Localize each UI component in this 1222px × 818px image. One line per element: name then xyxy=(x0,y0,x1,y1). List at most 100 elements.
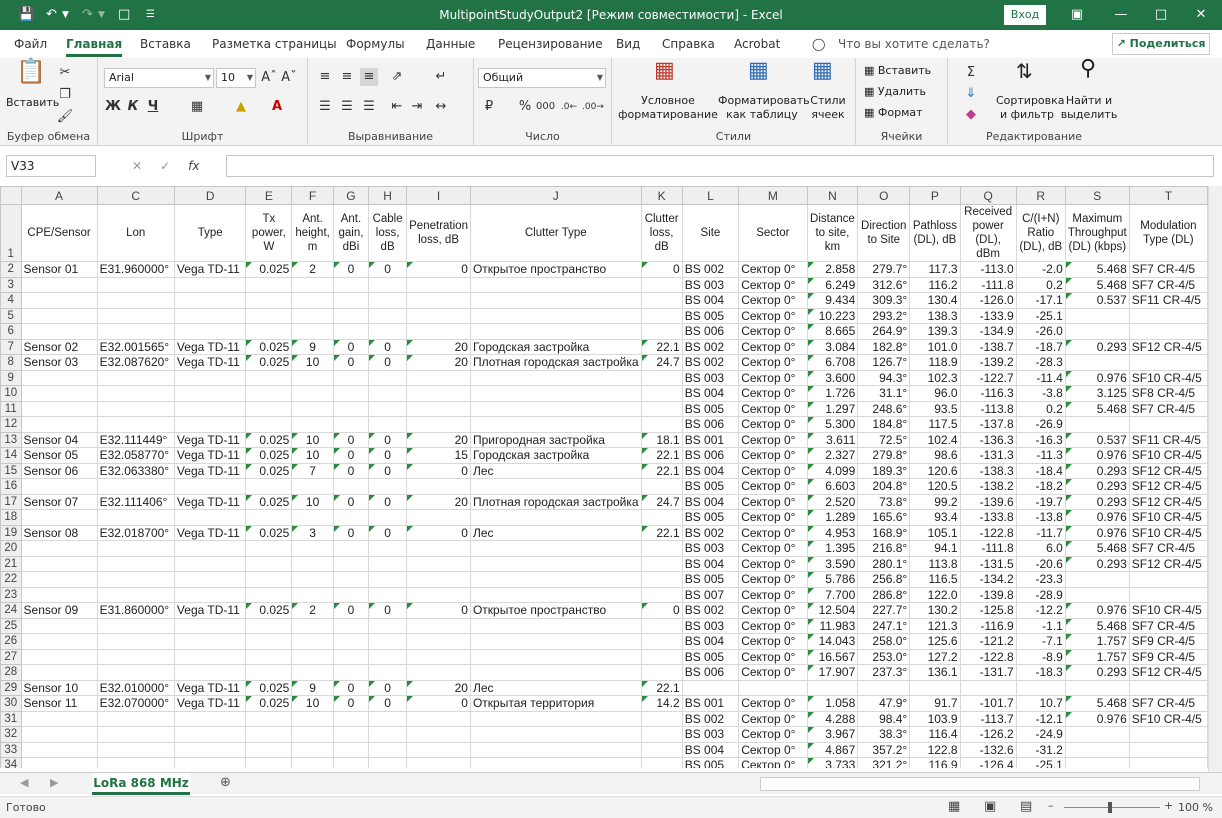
column-header[interactable]: P xyxy=(909,186,961,205)
table-cell[interactable] xyxy=(1128,586,1208,603)
format-as-table-icon[interactable]: ▦ xyxy=(748,60,769,82)
table-cell[interactable] xyxy=(1128,354,1208,371)
table-cell[interactable]: 0.293 xyxy=(1064,338,1130,355)
table-cell[interactable]: -28.3 xyxy=(1015,354,1066,371)
table-cell[interactable] xyxy=(1064,307,1130,324)
table-cell[interactable]: 3.125 xyxy=(1064,385,1130,402)
table-cell[interactable]: 168.9° xyxy=(857,524,911,541)
table-cell[interactable] xyxy=(1128,726,1208,743)
table-cell[interactable] xyxy=(96,416,175,433)
table-cell[interactable] xyxy=(1128,323,1208,340)
row-header[interactable]: 4 xyxy=(0,292,22,309)
table-cell[interactable]: -16.3 xyxy=(1015,431,1066,448)
paste-button[interactable]: Вставить xyxy=(6,96,59,110)
table-cell[interactable] xyxy=(173,555,247,572)
table-cell[interactable] xyxy=(469,385,642,402)
table-cell[interactable] xyxy=(469,710,642,727)
table-cell[interactable]: 0.976 xyxy=(1064,369,1130,386)
table-cell[interactable] xyxy=(173,400,247,417)
format-painter-icon[interactable]: 🖌 xyxy=(56,108,74,126)
table-cell[interactable] xyxy=(1064,354,1130,371)
row-header[interactable]: 11 xyxy=(0,400,22,417)
table-cell[interactable] xyxy=(96,726,175,743)
autosum-icon[interactable]: Σ xyxy=(962,64,980,82)
table-cell[interactable]: 2.520 xyxy=(806,493,859,510)
table-cell[interactable]: 7.700 xyxy=(806,586,859,603)
table-cell[interactable]: 5.468 xyxy=(1064,400,1130,417)
table-cell[interactable]: Сектор 0° xyxy=(738,664,808,681)
table-cell[interactable]: Vega TD-11 xyxy=(173,524,247,541)
table-cell[interactable]: E32.058770° xyxy=(96,447,175,464)
table-cell[interactable] xyxy=(245,323,293,340)
column-header[interactable]: R xyxy=(1015,186,1066,205)
table-cell[interactable]: 0 xyxy=(368,493,408,510)
table-cell[interactable]: -122.8 xyxy=(959,524,1017,541)
header-cell[interactable]: Modulation Type (DL) xyxy=(1128,204,1208,262)
table-cell[interactable] xyxy=(291,323,334,340)
table-cell[interactable]: E32.063380° xyxy=(96,462,175,479)
table-cell[interactable]: 3.611 xyxy=(806,431,859,448)
table-cell[interactable] xyxy=(291,757,334,768)
table-cell[interactable] xyxy=(20,710,98,727)
table-cell[interactable]: Сектор 0° xyxy=(738,385,808,402)
table-cell[interactable]: -28.9 xyxy=(1015,586,1066,603)
table-cell[interactable]: 125.6 xyxy=(909,633,961,650)
column-header[interactable]: G xyxy=(332,186,370,205)
table-cell[interactable]: 0 xyxy=(406,602,471,619)
header-cell[interactable]: Cable loss, dB xyxy=(368,204,408,262)
table-cell[interactable]: -139.6 xyxy=(959,493,1017,510)
cut-icon[interactable]: ✂ xyxy=(56,64,74,82)
table-cell[interactable] xyxy=(173,369,247,386)
table-cell[interactable] xyxy=(20,416,98,433)
table-cell[interactable]: 248.6° xyxy=(857,400,911,417)
table-cell[interactable]: 11.983 xyxy=(806,617,859,634)
column-header[interactable]: I xyxy=(406,186,471,205)
table-cell[interactable] xyxy=(406,323,471,340)
table-cell[interactable]: Сектор 0° xyxy=(738,710,808,727)
table-cell[interactable] xyxy=(173,323,247,340)
number-format-select[interactable]: Общий ▼ xyxy=(478,68,606,88)
column-header[interactable]: F xyxy=(291,186,334,205)
column-header[interactable]: T xyxy=(1128,186,1208,205)
table-cell[interactable]: 116.2 xyxy=(909,276,961,293)
table-cell[interactable]: Сектор 0° xyxy=(738,741,808,758)
table-cell[interactable]: -2.0 xyxy=(1015,261,1066,278)
table-cell[interactable]: 116.9 xyxy=(909,757,961,768)
table-cell[interactable]: -12.1 xyxy=(1015,710,1066,727)
table-cell[interactable]: Vega TD-11 xyxy=(173,261,247,278)
table-cell[interactable]: BS 003 xyxy=(681,276,740,293)
table-cell[interactable]: 0.293 xyxy=(1064,462,1130,479)
table-cell[interactable]: -131.3 xyxy=(959,447,1017,464)
table-cell[interactable] xyxy=(291,617,334,634)
table-cell[interactable]: 93.4 xyxy=(909,509,961,526)
table-cell[interactable] xyxy=(245,369,293,386)
table-cell[interactable]: 120.6 xyxy=(909,462,961,479)
table-cell[interactable] xyxy=(469,292,642,309)
row-header[interactable]: 15 xyxy=(0,462,22,479)
table-cell[interactable]: 113.8 xyxy=(909,555,961,572)
table-cell[interactable] xyxy=(469,478,642,495)
column-header[interactable]: J xyxy=(469,186,642,205)
table-cell[interactable]: -17.1 xyxy=(1015,292,1066,309)
currency-icon[interactable]: ₽ xyxy=(480,98,498,116)
table-cell[interactable]: 182.8° xyxy=(857,338,911,355)
table-cell[interactable]: 94.3° xyxy=(857,369,911,386)
spreadsheet-grid[interactable]: A C D E F G H I J K L M N O P Q R S T 1 … xyxy=(0,186,1208,768)
column-header[interactable]: C xyxy=(96,186,175,205)
table-cell[interactable]: 10.7 xyxy=(1015,695,1066,712)
table-cell[interactable] xyxy=(640,586,683,603)
table-cell[interactable]: 0 xyxy=(406,695,471,712)
table-cell[interactable] xyxy=(1064,726,1130,743)
table-cell[interactable]: Сектор 0° xyxy=(738,400,808,417)
table-cell[interactable] xyxy=(245,741,293,758)
table-cell[interactable]: 0.025 xyxy=(245,261,293,278)
table-cell[interactable] xyxy=(640,648,683,665)
table-cell[interactable] xyxy=(291,586,334,603)
table-cell[interactable]: -122.8 xyxy=(959,648,1017,665)
table-cell[interactable] xyxy=(406,586,471,603)
table-cell[interactable]: 138.3 xyxy=(909,307,961,324)
table-cell[interactable]: Sensor 01 xyxy=(20,261,98,278)
table-cell[interactable] xyxy=(640,400,683,417)
table-cell[interactable]: 20 xyxy=(406,679,471,696)
table-cell[interactable]: 280.1° xyxy=(857,555,911,572)
